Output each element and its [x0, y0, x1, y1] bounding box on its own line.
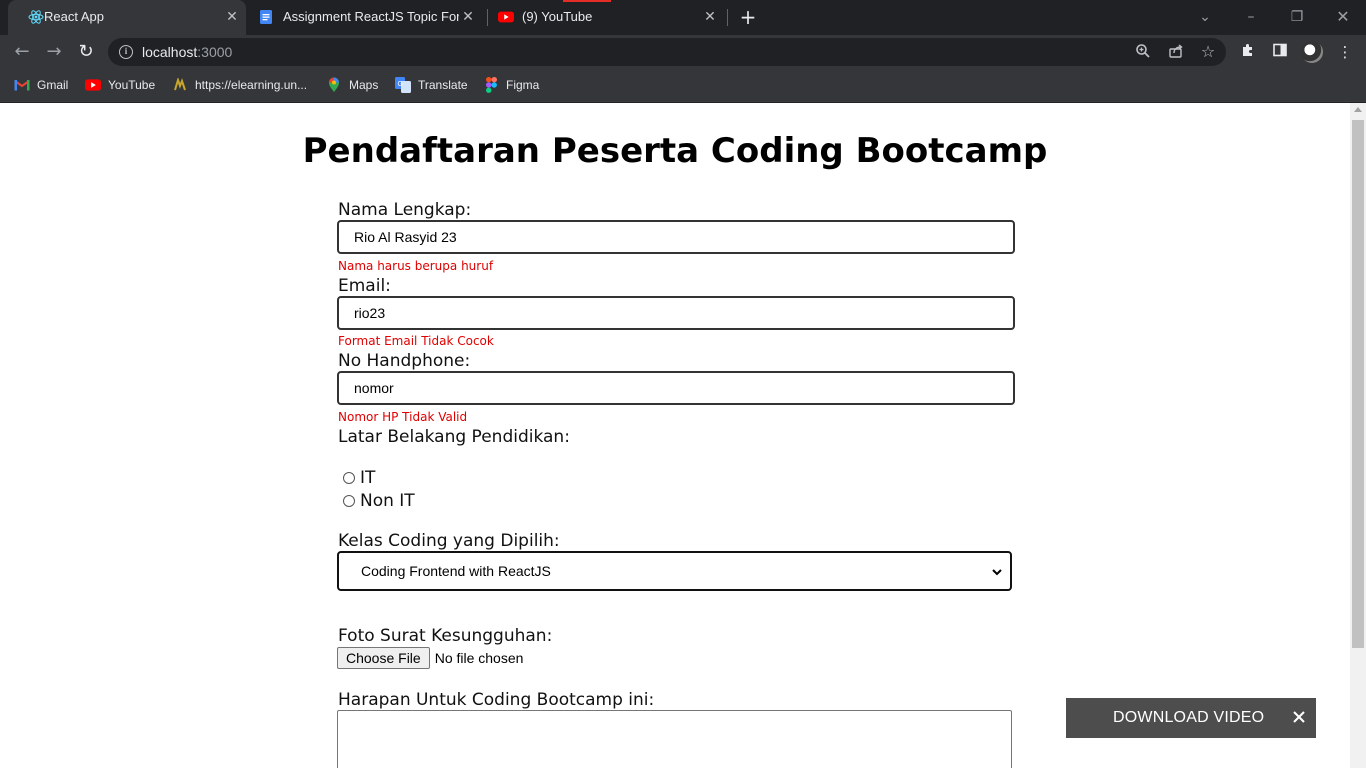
side-panel-icon[interactable]: [1270, 42, 1290, 62]
react-icon: [28, 9, 44, 25]
tab-close-icon[interactable]: ✕: [459, 8, 477, 26]
bookmark-elearning[interactable]: https://elearning.un...: [172, 77, 307, 93]
zoom-icon[interactable]: [1134, 43, 1152, 61]
elearning-icon: [172, 77, 188, 93]
page-viewport: Pendaftaran Peserta Coding Bootcamp Nama…: [0, 103, 1350, 768]
new-tab-button[interactable]: +: [737, 6, 759, 28]
bookmarks-bar: Gmail YouTube https://elearning.un... Ma…: [0, 69, 1366, 102]
radio-it[interactable]: IT: [343, 468, 375, 488]
foto-label: Foto Surat Kesungguhan:: [338, 626, 553, 646]
download-video-banner[interactable]: DOWNLOAD VIDEO: [1066, 698, 1316, 738]
email-error-message: Format Email Tidak Cocok: [338, 334, 494, 348]
restore-button[interactable]: ❐: [1286, 6, 1308, 28]
tab-youtube[interactable]: (9) YouTube ✕: [488, 0, 726, 35]
tab-close-icon[interactable]: ✕: [223, 8, 241, 26]
kelas-label: Kelas Coding yang Dipilih:: [338, 531, 560, 551]
google-docs-icon: [258, 9, 274, 25]
bookmark-figma[interactable]: Figma: [483, 77, 539, 93]
nama-label: Nama Lengkap:: [338, 200, 472, 220]
tab-strip: React App ✕ Assignment ReactJS Topic For…: [0, 0, 1366, 35]
hp-label: No Handphone:: [338, 351, 471, 371]
tab-title: (9) YouTube: [522, 9, 593, 24]
back-button[interactable]: ←: [10, 40, 34, 64]
bookmark-label: YouTube: [108, 78, 156, 92]
nama-input[interactable]: Rio Al Rasyid 23: [337, 220, 1015, 254]
tab-assignment[interactable]: Assignment ReactJS Topic Form - ✕: [248, 0, 486, 35]
url-port: :3000: [197, 44, 233, 60]
audio-playing-indicator: [563, 0, 611, 2]
url-text: localhost:3000: [142, 44, 232, 60]
pendidikan-label: Latar Belakang Pendidikan:: [338, 427, 570, 447]
extensions-puzzle-icon[interactable]: [1238, 42, 1258, 62]
kebab-menu-icon[interactable]: ⋮: [1335, 42, 1355, 62]
gmail-icon: [14, 77, 30, 93]
window-close-button[interactable]: ✕: [1332, 6, 1354, 28]
address-bar[interactable]: i localhost:3000 ☆: [108, 38, 1226, 66]
radio-label: IT: [360, 468, 376, 488]
maps-icon: [326, 77, 342, 93]
svg-text:G: G: [398, 81, 403, 88]
scroll-up-arrow-icon[interactable]: [1354, 107, 1362, 112]
figma-icon: [483, 77, 499, 93]
radio-label: Non IT: [360, 491, 415, 511]
youtube-icon: [498, 9, 514, 25]
bookmark-label: Translate: [418, 78, 468, 92]
share-icon[interactable]: [1167, 43, 1185, 61]
harapan-label: Harapan Untuk Coding Bootcamp ini:: [338, 690, 655, 710]
bookmark-label: Maps: [349, 78, 379, 92]
reload-button[interactable]: ↻: [74, 40, 98, 64]
kelas-selected-value: Coding Frontend with ReactJS: [361, 563, 551, 579]
file-status: No file chosen: [434, 650, 524, 666]
tab-title: React App: [44, 9, 104, 24]
chevron-down-icon: [990, 564, 1004, 578]
kelas-select[interactable]: Coding Frontend with ReactJS: [337, 551, 1012, 591]
download-video-label[interactable]: DOWNLOAD VIDEO: [1113, 709, 1264, 727]
tab-react-app[interactable]: React App ✕: [8, 0, 246, 35]
choose-file-button[interactable]: Choose File: [337, 647, 430, 669]
bookmark-gmail[interactable]: Gmail: [14, 77, 68, 93]
hp-input[interactable]: nomor: [337, 371, 1015, 405]
bookmark-youtube[interactable]: YouTube: [85, 77, 155, 93]
profile-avatar[interactable]: [1301, 41, 1323, 63]
email-label: Email:: [338, 276, 391, 296]
bookmark-translate[interactable]: G Translate: [395, 77, 468, 93]
harapan-textarea[interactable]: [337, 710, 1012, 768]
bookmark-label: Gmail: [37, 78, 69, 92]
foto-file-input[interactable]: Choose File No file chosen: [337, 647, 523, 669]
browser-toolbar: ← → ↻ i localhost:3000 ☆ ⋮: [0, 35, 1366, 69]
email-input[interactable]: rio23: [337, 296, 1015, 330]
scrollbar-thumb[interactable]: [1352, 120, 1364, 648]
youtube-icon: [85, 77, 101, 93]
bookmark-maps[interactable]: Maps: [326, 77, 378, 93]
minimize-button[interactable]: –: [1240, 6, 1262, 28]
url-host: localhost: [142, 44, 198, 60]
close-icon[interactable]: [1290, 708, 1308, 726]
bookmark-label: Figma: [506, 78, 540, 92]
bookmark-star-icon[interactable]: ☆: [1199, 43, 1217, 61]
forward-button[interactable]: →: [42, 40, 66, 64]
translate-icon: G: [395, 77, 411, 93]
page-title: Pendaftaran Peserta Coding Bootcamp: [302, 131, 1048, 171]
hp-error-message: Nomor HP Tidak Valid: [338, 410, 468, 424]
page-scrollbar[interactable]: [1350, 103, 1366, 768]
radio-button[interactable]: [343, 495, 355, 507]
site-info-icon[interactable]: i: [119, 45, 133, 59]
radio-non-it[interactable]: Non IT: [343, 491, 415, 511]
tab-title: Assignment ReactJS Topic Form -: [283, 9, 459, 24]
tab-separator: [727, 9, 728, 26]
radio-button[interactable]: [343, 472, 355, 484]
bookmark-label: https://elearning.un...: [195, 78, 308, 92]
nama-error-message: Nama harus berupa huruf: [338, 259, 494, 273]
tab-close-icon[interactable]: ✕: [701, 8, 719, 26]
tab-search-chevron-icon[interactable]: ⌄: [1194, 6, 1216, 28]
